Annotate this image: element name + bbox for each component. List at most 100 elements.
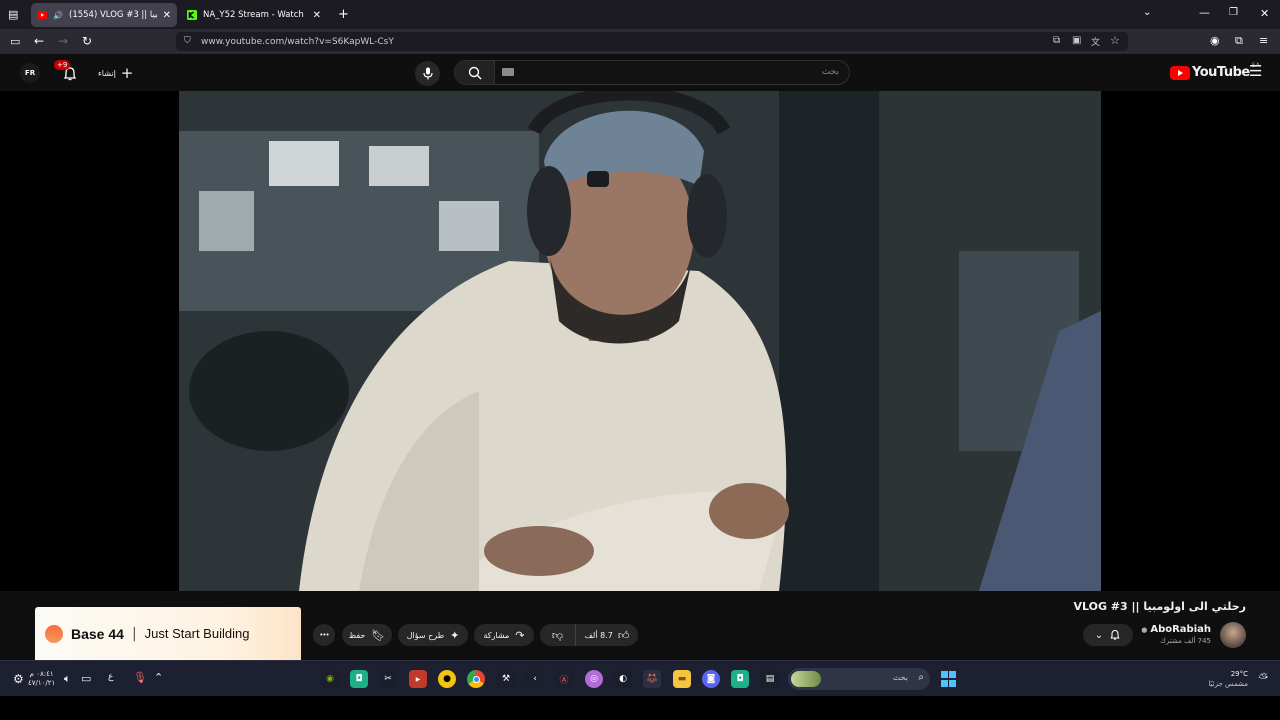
minimize-icon[interactable]: — (1199, 7, 1210, 18)
ask-label: طرح سؤال (406, 630, 445, 640)
app-green-icon-2[interactable]: ◘ (731, 670, 749, 688)
search-placeholder: بحث (821, 67, 839, 77)
app-green-icon-1[interactable]: ◘ (350, 670, 368, 688)
taskbar-search[interactable]: بحث ⌕ (788, 668, 930, 690)
thumbs-down-icon: 👎︎ (551, 628, 564, 642)
channel-name[interactable]: ● AboRabiah (1141, 624, 1211, 635)
like-button[interactable]: 8.7 ألف 👍︎ (576, 624, 638, 646)
share-button[interactable]: مشاركة ↷ (474, 624, 534, 646)
tab-title: (1554) VLOG #3 || رحلتي الى اولومبيا (69, 10, 157, 20)
subscribe-bell-button[interactable]: ⌄ (1083, 624, 1133, 646)
clock[interactable]: ٠٨:٤١ م ٤٧/١٠/٢١ (28, 670, 55, 688)
volume-icon[interactable]: 🔈︎ (64, 672, 71, 686)
tab-kick-stream[interactable]: NA_Y52 Stream - Watch Live on ✕ (181, 3, 327, 27)
subscriber-count: 745 ألف مشترك (1160, 637, 1211, 645)
task-view-icon[interactable]: ▤ (761, 670, 779, 688)
search-highlight-icon (791, 671, 821, 687)
weather-widget[interactable]: 29°C مشمس جزئيًا (1208, 669, 1248, 689)
menu-icon[interactable]: ≡ (1259, 35, 1268, 46)
close-window-icon[interactable]: ✕ (1260, 8, 1269, 19)
firefox-icon[interactable]: 🦊︎ (643, 670, 661, 688)
like-dislike-group: 👎︎ 8.7 ألف 👍︎ (540, 624, 638, 646)
tool-app-icon[interactable]: ⚒ (497, 670, 515, 688)
channel-name-text: AboRabiah (1150, 624, 1211, 635)
weather-sun-cloud-icon: ⛅︎ (1258, 671, 1268, 685)
clock-time: ٠٨:٤١ م (29, 670, 54, 678)
address-bar[interactable]: ⛉ www.youtube.com/watch?v=S6KapWL-CsY ⧉ … (176, 32, 1128, 51)
avatar[interactable]: FR (20, 63, 40, 83)
new-tab-button[interactable]: + (338, 8, 349, 21)
kick-favicon (187, 10, 197, 20)
create-button[interactable]: إنشاء + (92, 62, 139, 84)
save-button[interactable]: حفظ 🔖︎ (342, 624, 392, 646)
close-tab-icon[interactable]: ✕ (313, 10, 321, 21)
hamburger-menu-icon[interactable]: ☰ (1249, 64, 1262, 79)
screenshot-icon[interactable]: ▣ (1072, 35, 1081, 46)
create-label: إنشاء (98, 68, 116, 78)
tab-youtube-vlog[interactable]: 🔊 (1554) VLOG #3 || رحلتي الى اولومبيا ✕ (31, 3, 177, 27)
video-still-image (179, 91, 1101, 591)
search-input[interactable]: بحث (454, 60, 850, 85)
ad-brand: Base 44 (71, 625, 124, 642)
red-app-icon[interactable]: Ⓐ (555, 670, 573, 688)
video-frame[interactable] (179, 91, 1101, 591)
forward-arrow-icon[interactable]: → (58, 35, 68, 47)
youtube-masthead: FR +9 إنشاء + بحث YouTube SA ☰ (0, 54, 1280, 91)
picture-in-picture-icon[interactable]: ⧉ (1053, 35, 1060, 46)
account-icon[interactable]: ◉ (1210, 35, 1220, 46)
url-text: www.youtube.com/watch?v=S6KapWL-CsY (201, 36, 394, 47)
bell-icon (1110, 629, 1120, 640)
weather-desc: مشمس جزئيًا (1208, 680, 1248, 688)
taskbar-search-placeholder: بحث (892, 673, 908, 682)
purple-app-icon[interactable]: ◎ (585, 670, 603, 688)
notifications-button[interactable]: +9 (54, 60, 78, 82)
more-actions-button[interactable]: ••• (313, 624, 335, 646)
youtube-favicon (37, 10, 47, 20)
capcut-icon[interactable]: ✂ (379, 670, 397, 688)
base44-logo-icon (45, 624, 63, 643)
settings-gear-icon[interactable]: ⚙ (13, 672, 24, 686)
ad-tagline: Just Start Building (144, 626, 250, 641)
discord-icon[interactable]: ◙ (702, 670, 720, 688)
tab-overflow-chevron-icon[interactable]: ⌄ (1143, 8, 1151, 18)
close-tab-icon[interactable]: ✕ (163, 10, 171, 21)
translate-icon[interactable]: 文 (1091, 35, 1100, 48)
nvidia-app-icon[interactable]: ◉ (321, 670, 339, 688)
channel-avatar[interactable] (1220, 622, 1246, 648)
video-player[interactable] (0, 91, 1280, 591)
share-label: مشاركة (483, 630, 510, 640)
display-icon[interactable]: ▭ (81, 672, 91, 685)
arrow-app-icon[interactable]: ‹ (526, 670, 544, 688)
start-tile (940, 671, 948, 679)
site-info-icon[interactable]: ⛉ (184, 36, 191, 46)
restore-icon[interactable]: ❐ (1229, 8, 1238, 18)
microphone-tray-icon[interactable]: 🎙︎ (133, 671, 147, 684)
reload-icon[interactable]: ↻ (82, 35, 92, 47)
sidebar-toggle-icon[interactable]: ▭ (10, 36, 20, 47)
video-app-icon[interactable]: ▶ (409, 670, 427, 688)
more-dots-icon: ••• (319, 631, 329, 639)
start-button-icon[interactable] (939, 670, 957, 688)
tab-list-icon[interactable]: ▤ (8, 9, 18, 20)
ask-button[interactable]: طرح سؤال ✦ (398, 624, 468, 646)
chevron-down-icon: ⌄ (1094, 629, 1104, 641)
dislike-button[interactable]: 👎︎ (540, 624, 576, 646)
speaker-icon[interactable]: 🔊 (53, 10, 63, 20)
extensions-icon[interactable]: ⧉ (1235, 35, 1243, 46)
input-language[interactable]: ع (108, 672, 113, 682)
search-button[interactable] (455, 61, 495, 84)
share-arrow-icon: ↷ (515, 628, 525, 642)
back-arrow-icon[interactable]: ← (34, 35, 44, 47)
chrome-icon[interactable] (467, 670, 485, 688)
keyboard-icon[interactable] (502, 68, 514, 76)
voice-search-button[interactable] (415, 61, 440, 86)
yellow-app-icon[interactable]: ● (438, 670, 456, 688)
ad-banner[interactable]: Base 44 | Just Start Building (35, 607, 301, 660)
youtube-logo[interactable]: YouTube SA (1170, 62, 1260, 80)
start-tile (948, 671, 956, 679)
avatar-initials: FR (24, 69, 36, 77)
tray-overflow-chevron-icon[interactable]: ⌃ (154, 671, 163, 684)
steam-like-app-icon[interactable]: ◐ (614, 670, 632, 688)
file-explorer-icon[interactable]: ▬ (673, 670, 691, 688)
bookmark-star-icon[interactable]: ☆ (1110, 34, 1120, 47)
